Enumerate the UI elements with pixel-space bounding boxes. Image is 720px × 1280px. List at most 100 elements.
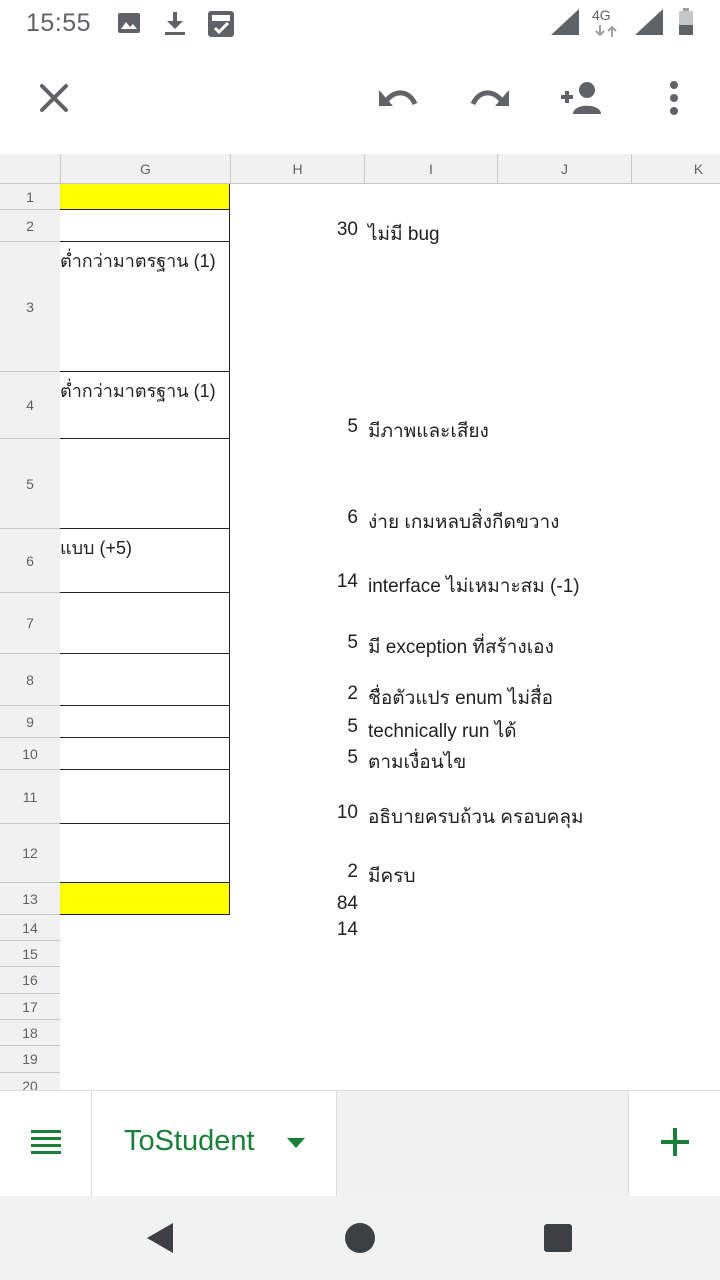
sheet-tab-label: ToStudent — [124, 1125, 255, 1157]
signal-icon — [634, 8, 664, 41]
share-button[interactable] — [556, 74, 608, 126]
cell-i5[interactable]: ง่าย เกมหลบสิ่งกีดขวาง — [368, 507, 559, 537]
cell-i2[interactable]: ไม่มี bug — [368, 219, 440, 249]
sheet-tab-bar: ToStudent — [0, 1090, 720, 1197]
redo-button[interactable] — [464, 74, 516, 126]
recents-button[interactable] — [536, 1218, 580, 1262]
row-header[interactable]: 9 — [0, 706, 60, 738]
back-button[interactable] — [138, 1218, 182, 1262]
column-header-k[interactable]: K — [631, 154, 720, 184]
undo-icon — [377, 84, 419, 117]
home-button[interactable] — [338, 1218, 382, 1262]
column-header-j[interactable]: J — [497, 154, 631, 184]
status-bar: 15:55 4G — [0, 0, 720, 48]
row-header[interactable]: 6 — [0, 529, 60, 593]
row-header[interactable]: 18 — [0, 1020, 60, 1046]
row-header[interactable]: 11 — [0, 770, 60, 824]
cell-i10[interactable]: ตามเงื่อนไข — [368, 747, 466, 777]
redo-icon — [469, 84, 511, 117]
download-icon — [162, 10, 188, 41]
close-icon — [38, 82, 70, 119]
row-header[interactable]: 15 — [0, 941, 60, 967]
column-header-i[interactable]: I — [364, 154, 497, 184]
row-header[interactable]: 5 — [0, 439, 60, 529]
cell-i4[interactable]: มีภาพและเสียง — [368, 416, 489, 446]
row-header[interactable]: 10 — [0, 738, 60, 770]
cell-h7[interactable]: 5 — [300, 632, 358, 654]
sheet-tab-active[interactable]: ToStudent — [92, 1091, 337, 1197]
cell-g3-text: ต่ำกว่ามาตรฐาน (1) — [60, 251, 216, 271]
all-sheets-button[interactable] — [0, 1091, 92, 1197]
cell-i11[interactable]: อธิบายครบถ้วน ครอบคลุม — [368, 802, 584, 832]
cell-g2[interactable] — [60, 210, 230, 242]
cell-g4[interactable]: ต่ำกว่ามาตรฐาน (1) — [60, 372, 230, 439]
cell-i6[interactable]: interface ไม่เหมาะสม (-1) — [368, 571, 580, 601]
cell-h9[interactable]: 5 — [300, 716, 358, 738]
battery-icon — [678, 8, 694, 41]
row-header[interactable]: 20 — [0, 1073, 60, 1090]
row-header[interactable]: 3 — [0, 242, 60, 372]
row-header[interactable]: 8 — [0, 654, 60, 706]
cell-h5[interactable]: 6 — [300, 507, 358, 529]
row-header[interactable]: 7 — [0, 593, 60, 654]
cell-g3[interactable]: ต่ำกว่ามาตรฐาน (1) — [60, 242, 230, 372]
add-sheet-button[interactable] — [628, 1091, 720, 1197]
cell-h2[interactable]: 30 — [300, 219, 358, 241]
image-icon — [116, 10, 142, 41]
cell-g12[interactable] — [60, 824, 230, 883]
cell-g13[interactable] — [60, 883, 230, 915]
cell-g11[interactable] — [60, 770, 230, 824]
cell-h8[interactable]: 2 — [300, 683, 358, 705]
column-header-row: G H I J K — [0, 154, 720, 184]
cell-h11[interactable]: 10 — [300, 802, 358, 824]
cell-i12[interactable]: มีครบ — [368, 861, 416, 891]
cell-h6[interactable]: 14 — [300, 571, 358, 593]
column-header-h[interactable]: H — [230, 154, 364, 184]
cell-i7[interactable]: มี exception ที่สร้างเอง — [368, 632, 554, 662]
row-header[interactable]: 16 — [0, 967, 60, 994]
dropdown-caret-icon[interactable] — [286, 1136, 306, 1154]
cell-h13[interactable]: 84 — [300, 893, 358, 915]
cell-g6-text: แบบ (+5) — [60, 538, 132, 558]
row-header[interactable]: 14 — [0, 915, 60, 941]
cell-g1[interactable] — [60, 184, 230, 210]
system-navigation-bar — [0, 1196, 720, 1280]
data-arrows-icon — [594, 24, 618, 42]
network-type: 4G — [592, 7, 611, 23]
row-header[interactable]: 1 — [0, 184, 60, 210]
status-time: 15:55 — [26, 9, 92, 37]
cell-h10[interactable]: 5 — [300, 747, 358, 769]
cell-g5[interactable] — [60, 439, 230, 529]
cell-i9[interactable]: technically run ได้ — [368, 716, 517, 746]
cell-g10[interactable] — [60, 738, 230, 770]
row-header[interactable]: 2 — [0, 210, 60, 242]
cell-g6[interactable]: แบบ (+5) — [60, 529, 230, 593]
cell-g7[interactable] — [60, 593, 230, 654]
cell-g4-text: ต่ำกว่ามาตรฐาน (1) — [60, 381, 216, 401]
cell-i8[interactable]: ชื่อตัวแปร enum ไม่สื่อ — [368, 683, 553, 713]
home-icon — [344, 1222, 376, 1259]
row-header[interactable]: 12 — [0, 824, 60, 883]
close-button[interactable] — [28, 74, 80, 126]
sheets-list-icon — [30, 1128, 62, 1161]
column-header-g[interactable]: G — [60, 154, 230, 184]
row-header[interactable]: 4 — [0, 372, 60, 439]
row-header[interactable]: 13 — [0, 883, 60, 915]
back-icon — [145, 1221, 175, 1260]
row-header[interactable]: 19 — [0, 1046, 60, 1073]
cell-h12[interactable]: 2 — [300, 861, 358, 883]
signal-icon — [550, 8, 580, 41]
add-person-icon — [559, 81, 605, 120]
undo-button[interactable] — [372, 74, 424, 126]
cell-g8[interactable] — [60, 654, 230, 706]
cell-h14[interactable]: 14 — [300, 919, 358, 941]
more-vert-icon — [668, 80, 680, 120]
row-header[interactable]: 17 — [0, 994, 60, 1020]
spreadsheet-grid[interactable]: G H I J K 1 2 30 ไม่มี bug 3 ต่ำกว่ามาตร… — [0, 154, 720, 1090]
plus-icon — [660, 1127, 690, 1162]
recents-icon — [543, 1223, 573, 1258]
saved-icon — [207, 10, 235, 43]
cell-h4[interactable]: 5 — [300, 416, 358, 438]
cell-g9[interactable] — [60, 706, 230, 738]
more-options-button[interactable] — [648, 74, 700, 126]
